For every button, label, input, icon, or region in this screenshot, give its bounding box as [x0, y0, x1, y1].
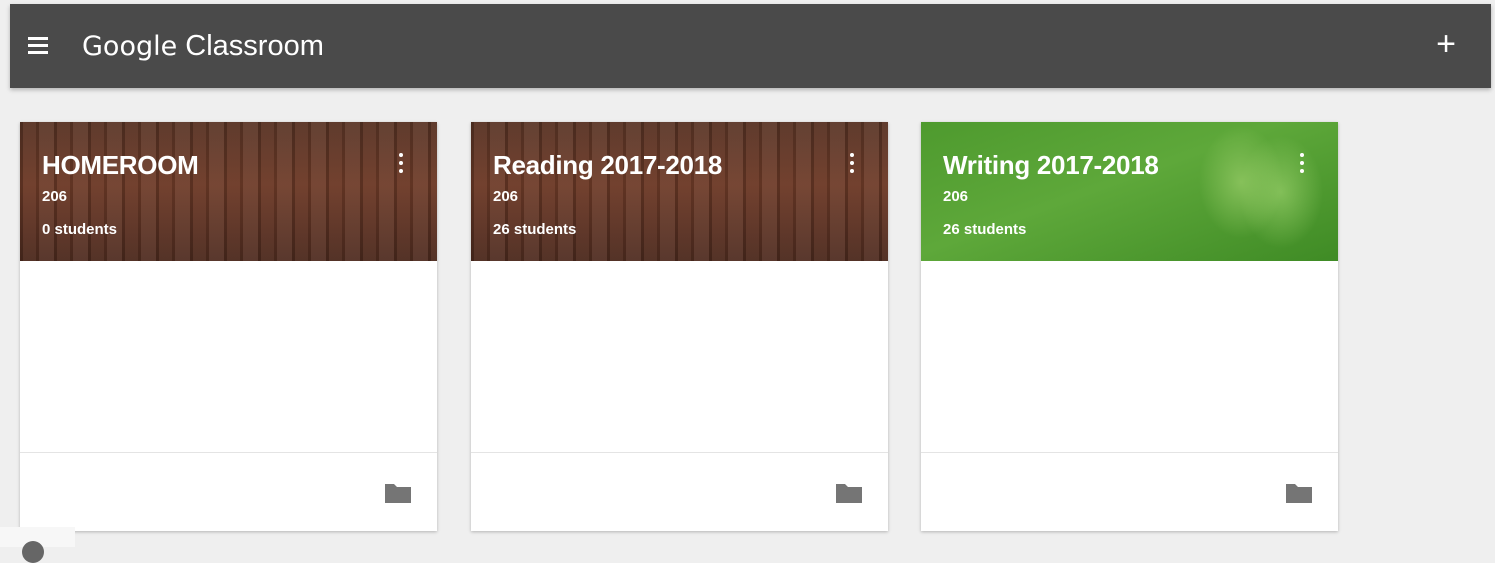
class-section: 206: [943, 188, 969, 205]
class-section: 206: [493, 188, 519, 205]
student-count: 0 students: [42, 221, 118, 238]
class-card-header[interactable]: Writing 2017-2018 206 26 students: [921, 122, 1338, 261]
class-title[interactable]: HOMEROOM: [42, 150, 199, 180]
card-divider: [20, 452, 437, 453]
student-count: 26 students: [943, 221, 1027, 238]
more-vert-icon[interactable]: [844, 152, 860, 176]
class-card-reading[interactable]: Reading 2017-2018 206 26 students: [471, 122, 888, 531]
card-divider: [471, 452, 888, 453]
class-title[interactable]: Reading 2017-2018: [493, 150, 722, 180]
class-card-header[interactable]: Reading 2017-2018 206 26 students: [471, 122, 888, 261]
class-card-writing[interactable]: Writing 2017-2018 206 26 students: [921, 122, 1338, 531]
brand-product: Classroom: [185, 30, 324, 62]
plus-icon[interactable]: +: [1431, 27, 1461, 61]
bottom-left-overlay: [0, 527, 75, 563]
class-card-header[interactable]: HOMEROOM 206 0 students: [20, 122, 437, 261]
folder-icon[interactable]: [834, 481, 864, 505]
app-logo[interactable]: Google Classroom: [82, 28, 324, 65]
class-card-homeroom[interactable]: HOMEROOM 206 0 students: [20, 122, 437, 531]
brand-google: Google: [82, 31, 178, 62]
folder-icon[interactable]: [1284, 481, 1314, 505]
more-vert-icon[interactable]: [1294, 152, 1310, 176]
folder-icon[interactable]: [383, 481, 413, 505]
student-count: 26 students: [493, 221, 577, 238]
top-app-bar: Google Classroom +: [10, 4, 1491, 88]
avatar[interactable]: [22, 541, 44, 563]
menu-icon[interactable]: [28, 34, 50, 56]
card-divider: [921, 452, 1338, 453]
class-section: 206: [42, 188, 68, 205]
more-vert-icon[interactable]: [393, 152, 409, 176]
class-title[interactable]: Writing 2017-2018: [943, 150, 1159, 180]
